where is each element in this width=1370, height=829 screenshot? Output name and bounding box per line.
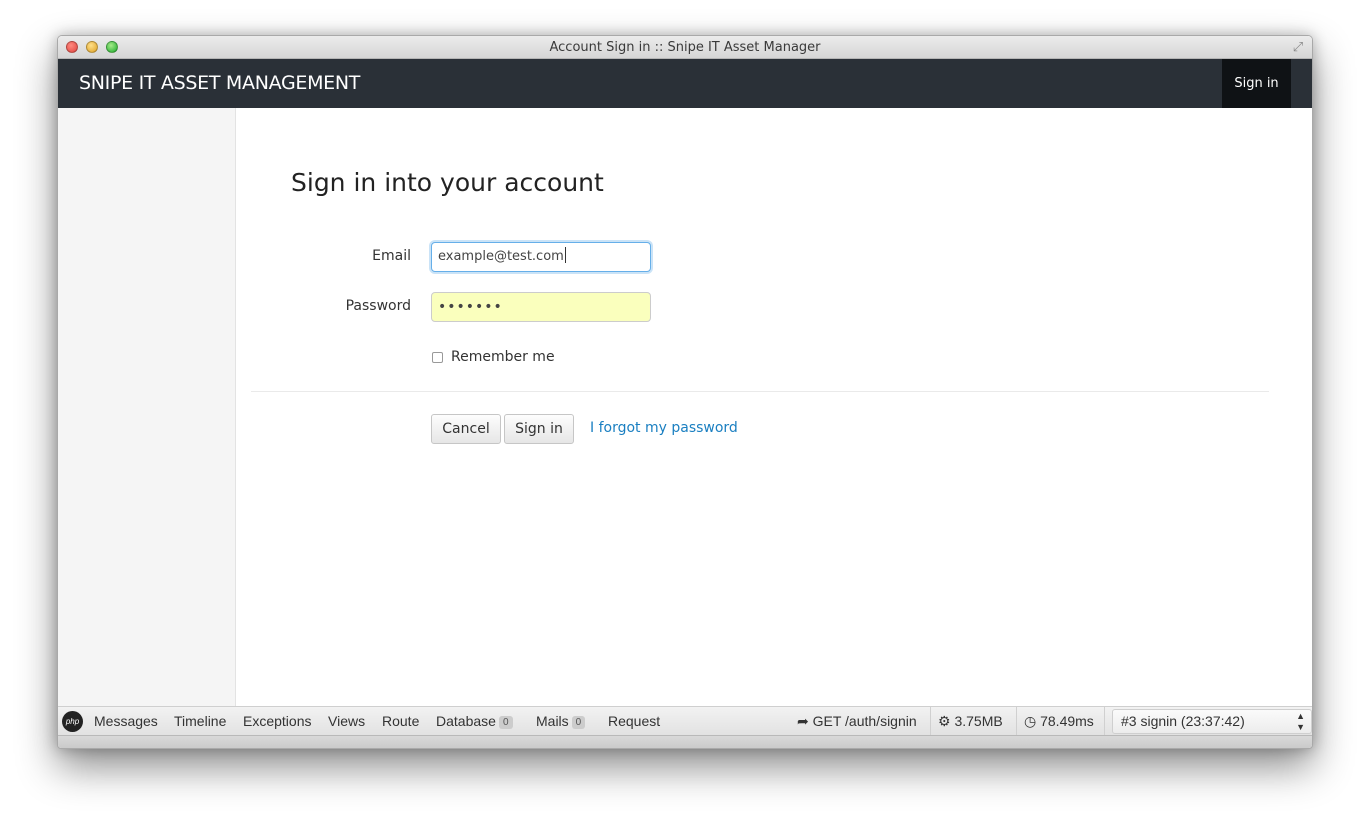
remember-me-row: Remember me xyxy=(432,349,555,365)
debug-tab-mails[interactable]: Mails 0 xyxy=(536,713,586,729)
brand-title[interactable]: SNIPE IT ASSET MANAGEMENT xyxy=(79,72,360,94)
form-divider xyxy=(251,391,1269,392)
remember-me-checkbox[interactable] xyxy=(432,351,443,363)
window-titlebar: Account Sign in :: Snipe IT Asset Manage… xyxy=(58,36,1312,59)
debug-separator xyxy=(930,707,931,736)
password-field[interactable]: ••••••• xyxy=(431,292,651,322)
debug-separator xyxy=(1104,707,1105,736)
request-history-select[interactable]: #3 signin (23:37:42) ▲ ▼ xyxy=(1112,709,1312,734)
debug-tab-timeline[interactable]: Timeline xyxy=(174,713,226,729)
remember-me-label[interactable]: Remember me xyxy=(451,349,555,365)
email-label: Email xyxy=(372,248,411,264)
email-field[interactable]: example@test.com xyxy=(431,242,651,272)
gears-icon: ⚙ xyxy=(938,713,951,729)
mails-count-badge: 0 xyxy=(571,716,586,729)
text-cursor xyxy=(564,247,566,263)
clock-icon: ◷ xyxy=(1024,713,1037,729)
time-info: ◷ 78.49ms xyxy=(1024,713,1094,730)
route-value: GET /auth/signin xyxy=(812,713,917,729)
select-arrows-icon: ▲ ▼ xyxy=(1296,711,1305,732)
window-bottom-strip xyxy=(58,735,1312,748)
nav-signin-link[interactable]: Sign in xyxy=(1222,59,1291,108)
password-label: Password xyxy=(345,298,411,314)
debug-tab-mails-label: Mails xyxy=(536,713,569,729)
memory-value: 3.75MB xyxy=(954,713,1003,729)
fullscreen-icon[interactable]: ⤢ xyxy=(1290,39,1306,55)
email-value: example@test.com xyxy=(438,249,564,264)
debug-tab-exceptions[interactable]: Exceptions xyxy=(243,713,311,729)
route-info: ➦ GET /auth/signin xyxy=(797,713,917,730)
window-title: Account Sign in :: Snipe IT Asset Manage… xyxy=(549,40,821,55)
debug-tab-messages[interactable]: Messages xyxy=(94,713,158,729)
debug-bar: php Messages Timeline Exceptions Views R… xyxy=(58,706,1312,736)
time-value: 78.49ms xyxy=(1040,713,1094,729)
browser-window: Account Sign in :: Snipe IT Asset Manage… xyxy=(57,35,1313,749)
signin-button[interactable]: Sign in xyxy=(504,414,574,444)
debug-tab-request[interactable]: Request xyxy=(608,713,660,729)
debug-tab-views[interactable]: Views xyxy=(328,713,365,729)
sidebar xyxy=(58,108,236,706)
request-history-value: #3 signin (23:37:42) xyxy=(1121,713,1245,729)
memory-info: ⚙ 3.75MB xyxy=(938,713,1003,730)
debug-separator xyxy=(1016,707,1017,736)
top-navbar: SNIPE IT ASSET MANAGEMENT Sign in xyxy=(58,59,1312,108)
forgot-password-link[interactable]: I forgot my password xyxy=(590,420,738,436)
cancel-button[interactable]: Cancel xyxy=(431,414,501,444)
share-arrow-icon: ➦ xyxy=(797,713,809,729)
main-content: Sign in into your account Email example@… xyxy=(236,108,1312,706)
debug-tab-route[interactable]: Route xyxy=(382,713,419,729)
database-count-badge: 0 xyxy=(498,716,513,729)
debug-tab-database[interactable]: Database 0 xyxy=(436,713,513,729)
php-logo-icon[interactable]: php xyxy=(62,711,83,732)
page-title: Sign in into your account xyxy=(291,168,604,197)
debug-tab-database-label: Database xyxy=(436,713,496,729)
